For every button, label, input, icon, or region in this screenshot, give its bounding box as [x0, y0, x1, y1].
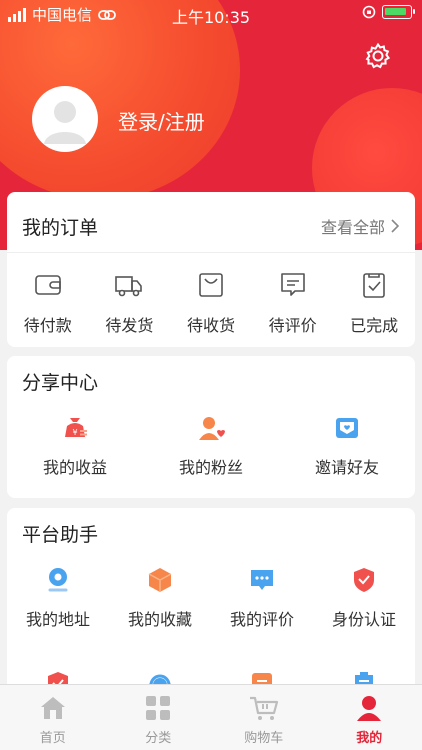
- order-status-completed[interactable]: 已完成: [333, 270, 415, 336]
- tab-label: 首页: [39, 731, 66, 746]
- invite-icon: [335, 418, 358, 438]
- order-status-pending-shipment[interactable]: 待发货: [89, 270, 171, 336]
- battery-icon: [382, 5, 415, 19]
- my-earnings-button[interactable]: ¥ 我的收益: [7, 414, 143, 478]
- my-fans-button[interactable]: 我的粉丝: [143, 414, 279, 478]
- orders-title: 我的订单: [22, 217, 99, 239]
- orders-card: 我的订单 查看全部 待付款 待发货 待收货 待评价 已完成: [7, 192, 415, 347]
- order-status-grid: 待付款 待发货 待收货 待评价 已完成: [7, 270, 415, 336]
- platform-assistant-card: 平台助手 我的地址 我的收藏 我的评价 身份认证: [7, 508, 415, 698]
- bag-icon: [199, 273, 223, 297]
- order-status-label: 待发货: [105, 316, 154, 335]
- location-icon: [48, 568, 68, 592]
- chevron-right-icon: [391, 219, 399, 233]
- share-item-label: 我的粉丝: [178, 458, 243, 477]
- view-all-label: 查看全部: [320, 218, 385, 237]
- order-status-pending-payment[interactable]: 待付款: [7, 270, 89, 336]
- money-bag-icon: ¥: [64, 418, 87, 437]
- my-favorites-button[interactable]: 我的收藏: [109, 566, 211, 630]
- decorative-circle: [0, 0, 240, 200]
- cart-icon: [249, 696, 278, 720]
- order-status-pending-review[interactable]: 待评价: [252, 270, 334, 336]
- view-all-orders-button[interactable]: 查看全部: [321, 214, 399, 238]
- avatar[interactable]: [32, 86, 98, 152]
- default-avatar-icon: [44, 101, 86, 144]
- user-icon: [357, 696, 382, 721]
- order-status-label: 待评价: [268, 316, 317, 335]
- my-reviews-button[interactable]: 我的评价: [211, 566, 313, 630]
- shield-check-icon: [354, 568, 374, 592]
- clipboard-check-icon: [363, 273, 385, 298]
- status-bar-right: [362, 5, 415, 19]
- tab-label: 购物车: [244, 731, 284, 746]
- wallet-icon: [34, 275, 61, 295]
- orientation-lock-icon: [362, 5, 376, 19]
- home-icon: [40, 697, 65, 719]
- order-status-label: 待收货: [186, 316, 235, 335]
- order-status-label: 待付款: [23, 316, 72, 335]
- platform-item-label: 我的评价: [229, 610, 294, 629]
- order-status-label: 已完成: [350, 316, 399, 335]
- share-center-card: 分享中心 ¥ 我的收益 我的粉丝 邀请好友: [7, 356, 415, 498]
- login-register-link[interactable]: 登录/注册: [118, 106, 205, 135]
- order-status-pending-receipt[interactable]: 待收货: [170, 270, 252, 336]
- tab-cart[interactable]: 购物车: [211, 685, 317, 750]
- comment-icon: [280, 273, 305, 296]
- chat-bubble-icon: [251, 570, 273, 590]
- tab-label: 我的: [356, 731, 383, 746]
- platform-item-label: 我的地址: [25, 610, 90, 629]
- tab-category[interactable]: 分类: [106, 685, 212, 750]
- svg-text:¥: ¥: [72, 428, 77, 437]
- settings-gear-icon[interactable]: [364, 42, 392, 70]
- status-bar: 中国电信 上午10:35: [0, 0, 422, 28]
- tab-label: 分类: [145, 731, 172, 746]
- box-icon: [148, 568, 172, 592]
- my-address-button[interactable]: 我的地址: [7, 566, 109, 630]
- truck-icon: [115, 276, 143, 297]
- share-center-title: 分享中心: [22, 372, 99, 394]
- identity-verification-button[interactable]: 身份认证: [313, 566, 415, 630]
- divider: [7, 252, 415, 253]
- bottom-tab-bar: 首页 分类 购物车 我的: [0, 684, 422, 750]
- category-icon: [146, 696, 171, 720]
- share-item-label: 我的收益: [42, 458, 107, 477]
- tab-mine[interactable]: 我的: [317, 685, 422, 750]
- share-item-label: 邀请好友: [314, 458, 379, 477]
- invite-friends-button[interactable]: 邀请好友: [279, 414, 415, 478]
- share-center-grid: ¥ 我的收益 我的粉丝 邀请好友: [7, 414, 415, 478]
- fans-icon: [198, 417, 225, 440]
- platform-assistant-title: 平台助手: [22, 524, 99, 546]
- platform-item-label: 我的收藏: [127, 610, 192, 629]
- status-time: 上午10:35: [171, 8, 251, 27]
- tab-home[interactable]: 首页: [0, 685, 106, 750]
- platform-assistant-grid: 我的地址 我的收藏 我的评价 身份认证: [7, 566, 415, 698]
- platform-item-label: 身份认证: [331, 610, 396, 629]
